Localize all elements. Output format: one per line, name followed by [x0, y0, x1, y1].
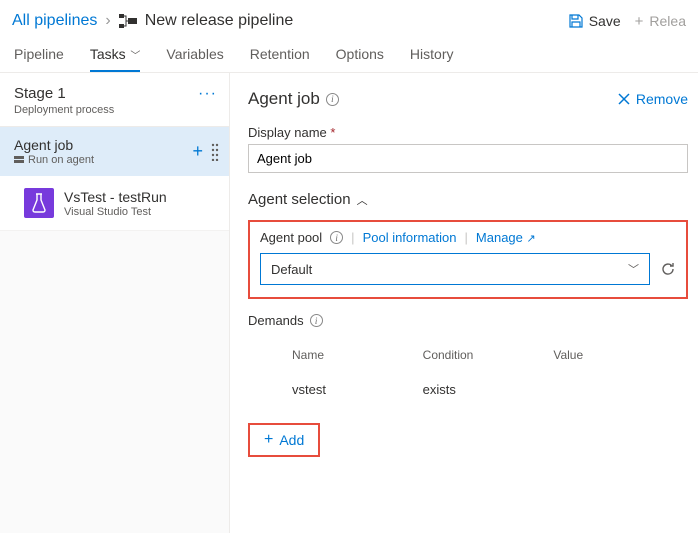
- display-name-label: Display name: [248, 125, 327, 140]
- manage-link[interactable]: Manage ↗: [476, 230, 536, 245]
- task-row-vstest[interactable]: VsTest - testRun Visual Studio Test: [0, 176, 229, 231]
- task-sub: Visual Studio Test: [64, 206, 167, 218]
- agent-pool-label: Agent pool: [260, 230, 322, 245]
- demands-header: Name Condition Value: [248, 340, 688, 370]
- chevron-up-icon: ︿: [357, 192, 368, 208]
- tab-variables[interactable]: Variables: [166, 46, 223, 72]
- drag-handle-icon[interactable]: [211, 143, 219, 161]
- breadcrumb: All pipelines › New release pipeline: [12, 12, 293, 30]
- page-title: New release pipeline: [145, 12, 294, 30]
- agent-selection-toggle[interactable]: Agent selection ︿: [248, 191, 688, 208]
- close-icon: [618, 93, 630, 105]
- flask-icon: [24, 188, 54, 218]
- stage-header[interactable]: Stage 1 Deployment process ···: [0, 73, 229, 127]
- tab-history[interactable]: History: [410, 46, 454, 72]
- external-link-icon: ↗: [527, 233, 536, 245]
- right-panel: Agent job i Remove Display name * Agent …: [230, 73, 698, 533]
- breadcrumb-root[interactable]: All pipelines: [12, 12, 97, 30]
- info-icon[interactable]: i: [310, 314, 323, 327]
- info-icon[interactable]: i: [326, 93, 339, 106]
- add-task-icon[interactable]: +: [192, 141, 203, 162]
- pool-information-link[interactable]: Pool information: [363, 230, 457, 245]
- required-asterisk: *: [330, 125, 335, 140]
- stage-name: Stage 1: [14, 85, 114, 102]
- demand-row[interactable]: vstest exists: [248, 370, 688, 409]
- save-button[interactable]: Save: [569, 13, 621, 29]
- more-icon[interactable]: ···: [198, 85, 217, 116]
- tab-tasks[interactable]: Tasks ﹀: [90, 46, 141, 72]
- remove-button[interactable]: Remove: [618, 91, 688, 107]
- agent-pool-section: Agent pool i | Pool information | Manage…: [248, 220, 688, 299]
- server-icon: [14, 156, 24, 165]
- chevron-down-icon: ﹀: [628, 261, 639, 277]
- release-button[interactable]: + Relea: [635, 13, 686, 30]
- plus-icon: +: [635, 13, 644, 30]
- tab-options[interactable]: Options: [336, 46, 384, 72]
- demands-label: Demands: [248, 313, 304, 328]
- pipeline-icon: [119, 14, 137, 28]
- agent-job-row[interactable]: Agent job Run on agent +: [0, 127, 229, 176]
- info-icon[interactable]: i: [330, 231, 343, 244]
- task-name: VsTest - testRun: [64, 189, 167, 205]
- tab-pipeline[interactable]: Pipeline: [14, 46, 64, 72]
- left-panel: Stage 1 Deployment process ··· Agent job…: [0, 73, 230, 533]
- display-name-input[interactable]: [248, 144, 688, 173]
- plus-icon: +: [264, 431, 273, 449]
- stage-sub: Deployment process: [14, 104, 114, 116]
- refresh-icon[interactable]: [660, 261, 676, 277]
- tab-bar: Pipeline Tasks ﹀ Variables Retention Options…: [0, 36, 698, 73]
- tab-retention[interactable]: Retention: [250, 46, 310, 72]
- add-demand-button[interactable]: + Add: [248, 423, 320, 457]
- job-name: Agent job: [14, 137, 94, 153]
- job-sub: Run on agent: [28, 154, 94, 166]
- save-icon: [569, 14, 583, 28]
- panel-heading: Agent job: [248, 89, 320, 109]
- agent-pool-select[interactable]: Default ﹀: [260, 253, 650, 285]
- chevron-right-icon: ›: [105, 12, 110, 30]
- chevron-down-icon: ﹀: [128, 51, 141, 62]
